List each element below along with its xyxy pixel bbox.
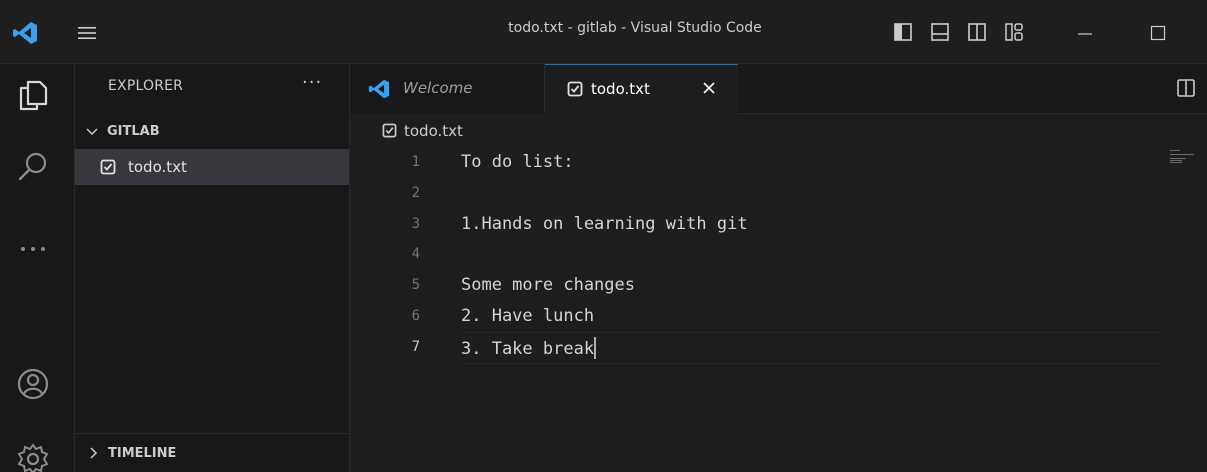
line-text[interactable]: Some more changes [461,275,635,295]
tab-label: todo.txt [591,80,650,98]
line-number: 2 [411,185,420,201]
timeline-label: TIMELINE [108,446,177,461]
explorer-header: EXPLORER [108,78,184,94]
line-number: 5 [411,277,420,293]
explorer-files-icon[interactable] [16,78,50,112]
text-editor[interactable]: 1 To do list: 2 3 1.Hands on learning wi… [350,148,1207,472]
tab-todo-txt[interactable]: todo.txt [545,64,738,115]
editor-line[interactable]: 4 [350,240,1162,271]
editor-line[interactable]: 6 2. Have lunch [350,302,1162,333]
chevron-right-icon [90,447,98,459]
explorer-sidebar: EXPLORER ··· GITLAB todo.txt TIMELINE [75,64,350,472]
folder-section-header[interactable]: GITLAB [75,118,349,146]
close-icon[interactable] [700,79,718,97]
line-number: 7 [411,339,420,355]
text-cursor [594,337,597,359]
editor-line[interactable]: 3 1.Hands on learning with git [350,210,1162,241]
line-number: 6 [411,308,420,324]
editor-line[interactable]: 5 Some more changes [350,271,1162,302]
editor-line[interactable]: 1 To do list: [350,148,1162,179]
editor-line[interactable]: 2 [350,179,1162,210]
activity-bar [0,64,75,472]
line-text[interactable]: 2. Have lunch [461,306,594,326]
timeline-section-header[interactable]: TIMELINE [75,433,349,472]
checkbox-file-icon [382,123,397,138]
vscode-logo-icon [368,79,390,99]
settings-gear-icon[interactable] [16,442,50,472]
customize-layout-icon[interactable] [1004,22,1024,42]
window-title: todo.txt - gitlab - Visual Studio Code [508,20,762,36]
line-number: 3 [411,216,420,232]
line-text-content: 3. Take break [461,339,595,359]
chevron-down-icon [86,128,98,136]
accounts-icon[interactable] [16,367,50,401]
file-tree-item-todo[interactable]: todo.txt [75,149,349,185]
explorer-more-actions-button[interactable]: ··· [302,72,332,94]
title-bar: todo.txt - gitlab - Visual Studio Code [0,0,1207,64]
line-text[interactable]: 1.Hands on learning with git [461,214,748,234]
folder-name: GITLAB [107,124,160,139]
minimap[interactable] [1168,148,1204,178]
minimize-icon[interactable] [1076,24,1094,42]
line-number: 4 [411,246,420,262]
checkbox-file-icon [100,159,116,175]
split-editor-icon[interactable] [1176,78,1196,98]
checkbox-file-icon [567,81,583,97]
toggle-secondary-sidebar-icon[interactable] [967,22,987,42]
more-views-ellipsis-icon[interactable] [16,232,50,266]
toggle-primary-sidebar-icon[interactable] [893,22,913,42]
file-name: todo.txt [128,158,187,176]
editor-line-current[interactable]: 7 3. Take break [350,333,1162,364]
line-number: 1 [411,154,420,170]
line-text[interactable]: To do list: [461,152,574,172]
maximize-icon[interactable] [1149,24,1167,42]
toggle-panel-icon[interactable] [930,22,950,42]
breadcrumb-file[interactable]: todo.txt [404,122,463,140]
search-icon[interactable] [16,150,50,184]
line-text[interactable]: 3. Take break [461,337,597,359]
editor-tab-bar: Welcome todo.txt [350,64,1207,115]
tab-label: Welcome [403,79,473,97]
tab-welcome[interactable]: Welcome [350,64,545,114]
